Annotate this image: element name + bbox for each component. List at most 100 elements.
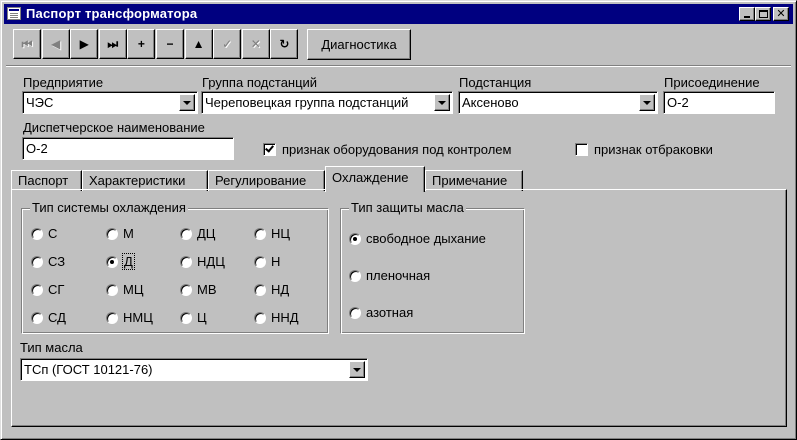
radio-button[interactable] — [106, 283, 118, 296]
cooling-type-label: Ц — [197, 310, 207, 325]
cooling-type-label: МЦ — [123, 282, 144, 297]
first-record-button[interactable]: ⏮ — [13, 29, 41, 59]
oil-protection-radio[interactable]: азотная — [349, 305, 413, 320]
cooling-type-label: НЦ — [271, 226, 291, 241]
cooling-type-label: ДЦ — [197, 226, 216, 241]
cooling-type-radio[interactable]: М — [106, 226, 134, 241]
refresh-icon: ↻ — [279, 37, 290, 51]
connection-label: Присоединение — [664, 75, 760, 90]
cancel-record-button[interactable]: ✕ — [241, 29, 270, 59]
cooling-type-label: НД — [271, 282, 290, 297]
tab-cooling[interactable]: Охлаждение — [325, 166, 425, 192]
window-title: Паспорт трансформатора — [26, 6, 198, 21]
last-record-button[interactable]: ⏭ — [98, 29, 127, 59]
cooling-type-radio[interactable]: Д — [106, 253, 135, 270]
refresh-button[interactable]: ↻ — [270, 29, 299, 59]
delete-record-icon: − — [166, 37, 174, 51]
cooling-type-radio[interactable]: МЦ — [106, 282, 143, 297]
oil-type-label: Тип масла — [20, 340, 83, 355]
substation-group-dropdown-button[interactable] — [434, 94, 450, 111]
diagnostics-button[interactable]: Диагностика — [307, 29, 411, 60]
prior-record-button[interactable]: ◀ — [41, 29, 70, 59]
radio-button[interactable] — [180, 227, 192, 240]
edit-record-button[interactable]: ▲ — [184, 29, 213, 59]
connection-value: О-2 — [667, 95, 689, 110]
tab-notes[interactable]: Примечание — [425, 170, 523, 191]
radio-button[interactable] — [106, 311, 118, 324]
oil-type-combo[interactable]: ТСп (ГОСТ 10121-76) — [20, 358, 368, 381]
cooling-type-radio[interactable]: МВ — [180, 282, 217, 297]
dispatch-name-input[interactable]: О-2 — [22, 137, 234, 160]
cooling-type-radio[interactable]: Н — [254, 254, 280, 269]
tab-label: Характеристики — [89, 173, 186, 188]
radio-button[interactable] — [180, 283, 192, 296]
maximize-button[interactable] — [755, 7, 771, 21]
radio-button[interactable] — [31, 311, 43, 324]
rejected-label: признак отбраковки — [594, 142, 713, 157]
cooling-type-radio[interactable]: НД — [254, 282, 289, 297]
radio-button[interactable] — [254, 311, 266, 324]
radio-button[interactable] — [31, 255, 43, 268]
next-record-button[interactable]: ▶ — [70, 29, 99, 59]
cooling-type-radio[interactable]: ННД — [254, 310, 299, 325]
radio-button[interactable] — [349, 232, 361, 245]
oil-protection-label: азотная — [366, 305, 414, 320]
radio-button[interactable] — [254, 283, 266, 296]
enterprise-combo[interactable]: ЧЭС — [22, 91, 198, 114]
cooling-type-radio[interactable]: НМЦ — [106, 310, 153, 325]
prior-record-icon: ◀ — [50, 37, 61, 51]
rejected-checkbox[interactable]: признак отбраковки — [575, 142, 713, 157]
substation-value: Аксеново — [462, 95, 519, 110]
tab-characteristics[interactable]: Характеристики — [82, 170, 208, 191]
form-icon[interactable] — [7, 7, 21, 20]
cooling-type-radio[interactable]: Ц — [180, 310, 207, 325]
edit-record-icon: ▲ — [192, 37, 205, 51]
cooling-type-label: СД — [48, 310, 66, 325]
cooling-type-label: ННД — [271, 310, 299, 325]
minimize-button[interactable] — [739, 7, 755, 21]
cooling-type-radio[interactable]: С — [31, 226, 57, 241]
cooling-type-radio[interactable]: СД — [31, 310, 66, 325]
tab-label: Примечание — [432, 173, 508, 188]
transformer-passport-window: Паспорт трансформатора ✕ ⏮ ◀ ▶ ⏭ + − ▲ ✓ ✕ ↻ Диаг… — [0, 0, 797, 440]
chevron-down-icon — [643, 100, 651, 105]
cooling-type-label: СЗ — [48, 254, 66, 269]
cooling-type-radio[interactable]: НЦ — [254, 226, 290, 241]
monitored-checkbox[interactable]: признак оборудования под контролем — [263, 142, 511, 157]
insert-record-icon: + — [137, 37, 145, 51]
delete-record-button[interactable]: − — [156, 29, 184, 59]
substation-combo[interactable]: Аксеново — [458, 91, 658, 114]
tab-regulation[interactable]: Регулирование — [208, 170, 325, 191]
post-record-button[interactable]: ✓ — [213, 29, 242, 59]
radio-button[interactable] — [106, 227, 118, 240]
chevron-down-icon — [183, 100, 191, 105]
radio-button[interactable] — [254, 255, 266, 268]
radio-button[interactable] — [349, 306, 361, 319]
tab-passport[interactable]: Паспорт — [11, 170, 82, 191]
radio-button[interactable] — [106, 255, 118, 268]
oil-type-dropdown-button[interactable] — [349, 361, 365, 378]
oil-protection-radio[interactable]: пленочная — [349, 268, 430, 283]
radio-button[interactable] — [349, 269, 361, 282]
cooling-type-radio[interactable]: НДЦ — [180, 254, 225, 269]
cooling-type-radio[interactable]: ДЦ — [180, 226, 215, 241]
title-bar[interactable]: Паспорт трансформатора ✕ — [4, 4, 793, 24]
dispatch-name-value: О-2 — [26, 141, 48, 156]
connection-input[interactable]: О-2 — [663, 91, 775, 114]
radio-button[interactable] — [31, 227, 43, 240]
radio-button[interactable] — [254, 227, 266, 240]
radio-button[interactable] — [180, 255, 192, 268]
rejected-check-box[interactable] — [575, 143, 588, 156]
oil-protection-radio[interactable]: свободное дыхание — [349, 231, 486, 246]
cooling-system-type-group: Тип системы охлаждения С М ДЦ НЦ СЗ Д НДЦ Н СГ МЦ… — [21, 200, 329, 334]
close-button[interactable]: ✕ — [773, 7, 789, 21]
substation-group-combo[interactable]: Череповецкая группа подстанций — [201, 91, 453, 114]
radio-button[interactable] — [180, 311, 192, 324]
enterprise-dropdown-button[interactable] — [179, 94, 195, 111]
substation-dropdown-button[interactable] — [639, 94, 655, 111]
cooling-type-radio[interactable]: СГ — [31, 282, 64, 297]
radio-button[interactable] — [31, 283, 43, 296]
monitored-check-box[interactable] — [263, 143, 276, 156]
cooling-type-radio[interactable]: СЗ — [31, 254, 65, 269]
insert-record-button[interactable]: + — [127, 29, 156, 59]
